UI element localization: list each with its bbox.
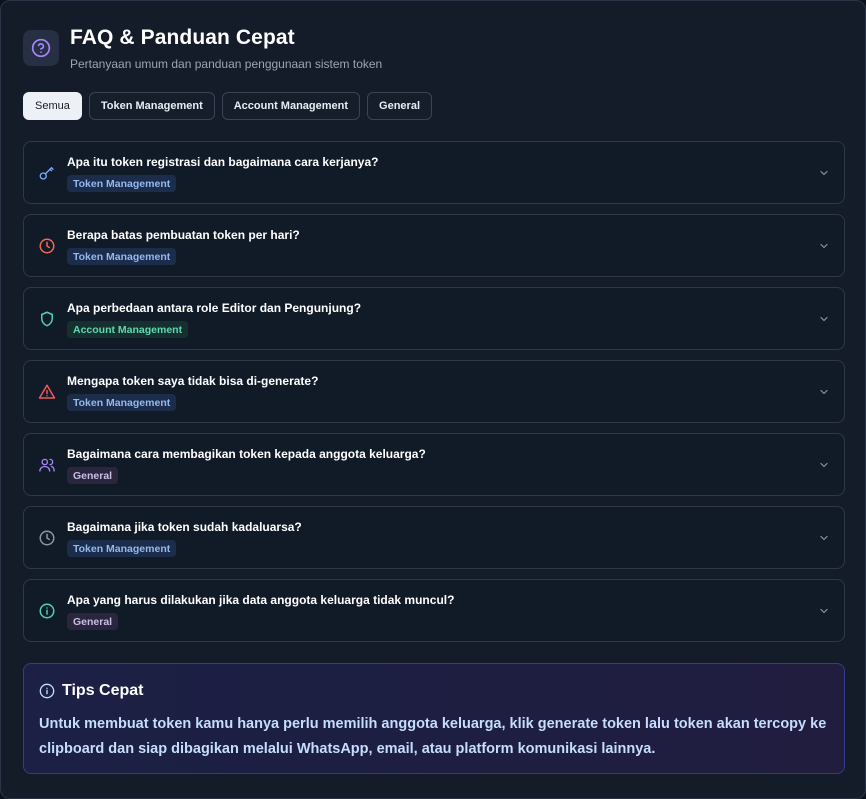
category-badge: General (67, 613, 119, 630)
faq-list: Apa itu token registrasi dan bagaimana c… (23, 141, 845, 652)
faq-question: Bagaimana jika token sudah kadaluarsa? (67, 520, 302, 534)
info-circle-icon (39, 603, 55, 619)
faq-question: Apa itu token registrasi dan bagaimana c… (67, 155, 379, 169)
page-subtitle: Pertanyaan umum dan panduan penggunaan s… (70, 57, 383, 71)
chevron-down-icon[interactable] (818, 240, 830, 252)
faq-item-bagikan-token[interactable]: Bagaimana cara membagikan token kepada a… (23, 433, 845, 496)
shield-icon (41, 311, 53, 327)
faq-item-token-gagal[interactable]: Mengapa token saya tidak bisa di-generat… (23, 360, 845, 423)
faq-item-token-kadaluarsa[interactable]: Bagaimana jika token sudah kadaluarsa? T… (23, 506, 845, 569)
tab-semua[interactable]: Semua (23, 92, 82, 120)
faq-item-role-editor[interactable]: Apa perbedaan antara role Editor dan Pen… (23, 287, 845, 350)
category-badge: Token Management (67, 540, 177, 557)
tips-box: Tips Cepat Untuk membuat token kamu hany… (23, 663, 845, 774)
faq-panel: FAQ & Panduan Cepat Pertanyaan umum dan … (0, 0, 866, 799)
chevron-down-icon[interactable] (818, 605, 830, 617)
chevron-down-icon[interactable] (818, 167, 830, 179)
category-badge: Token Management (67, 175, 177, 192)
tab-general[interactable]: General (367, 92, 432, 120)
faq-question: Apa perbedaan antara role Editor dan Pen… (67, 301, 362, 315)
page-header: FAQ & Panduan Cepat Pertanyaan umum dan … (23, 26, 383, 71)
faq-item-token-registrasi[interactable]: Apa itu token registrasi dan bagaimana c… (23, 141, 845, 204)
chevron-down-icon[interactable] (818, 459, 830, 471)
warning-triangle-icon (38, 384, 56, 399)
faq-question: Mengapa token saya tidak bisa di-generat… (67, 374, 319, 388)
tips-title: Tips Cepat (62, 682, 144, 699)
category-filter-tabs: Semua Token Management Account Managemen… (23, 92, 432, 120)
key-icon (39, 167, 54, 180)
tab-token-management[interactable]: Token Management (88, 92, 215, 120)
faq-question: Berapa batas pembuatan token per hari? (67, 228, 300, 242)
faq-question: Bagaimana cara membagikan token kepada a… (67, 447, 426, 461)
chevron-down-icon[interactable] (818, 386, 830, 398)
category-badge: Account Management (67, 321, 189, 338)
users-icon (39, 458, 55, 472)
tab-account-management[interactable]: Account Management (221, 92, 361, 120)
chevron-down-icon[interactable] (818, 532, 830, 544)
help-circle-icon (23, 30, 59, 66)
clock-icon (39, 238, 55, 254)
faq-item-data-tidak-muncul[interactable]: Apa yang harus dilakukan jika data anggo… (23, 579, 845, 642)
faq-question: Apa yang harus dilakukan jika data anggo… (67, 593, 455, 607)
category-badge: General (67, 467, 119, 484)
category-badge: Token Management (67, 248, 177, 265)
chevron-down-icon[interactable] (818, 313, 830, 325)
clock-icon (39, 530, 55, 546)
info-circle-icon (39, 683, 55, 699)
tips-body: Untuk membuat token kamu hanya perlu mem… (39, 716, 827, 757)
category-badge: Token Management (67, 394, 177, 411)
page-title: FAQ & Panduan Cepat (70, 26, 295, 49)
faq-item-batas-token[interactable]: Berapa batas pembuatan token per hari? T… (23, 214, 845, 277)
